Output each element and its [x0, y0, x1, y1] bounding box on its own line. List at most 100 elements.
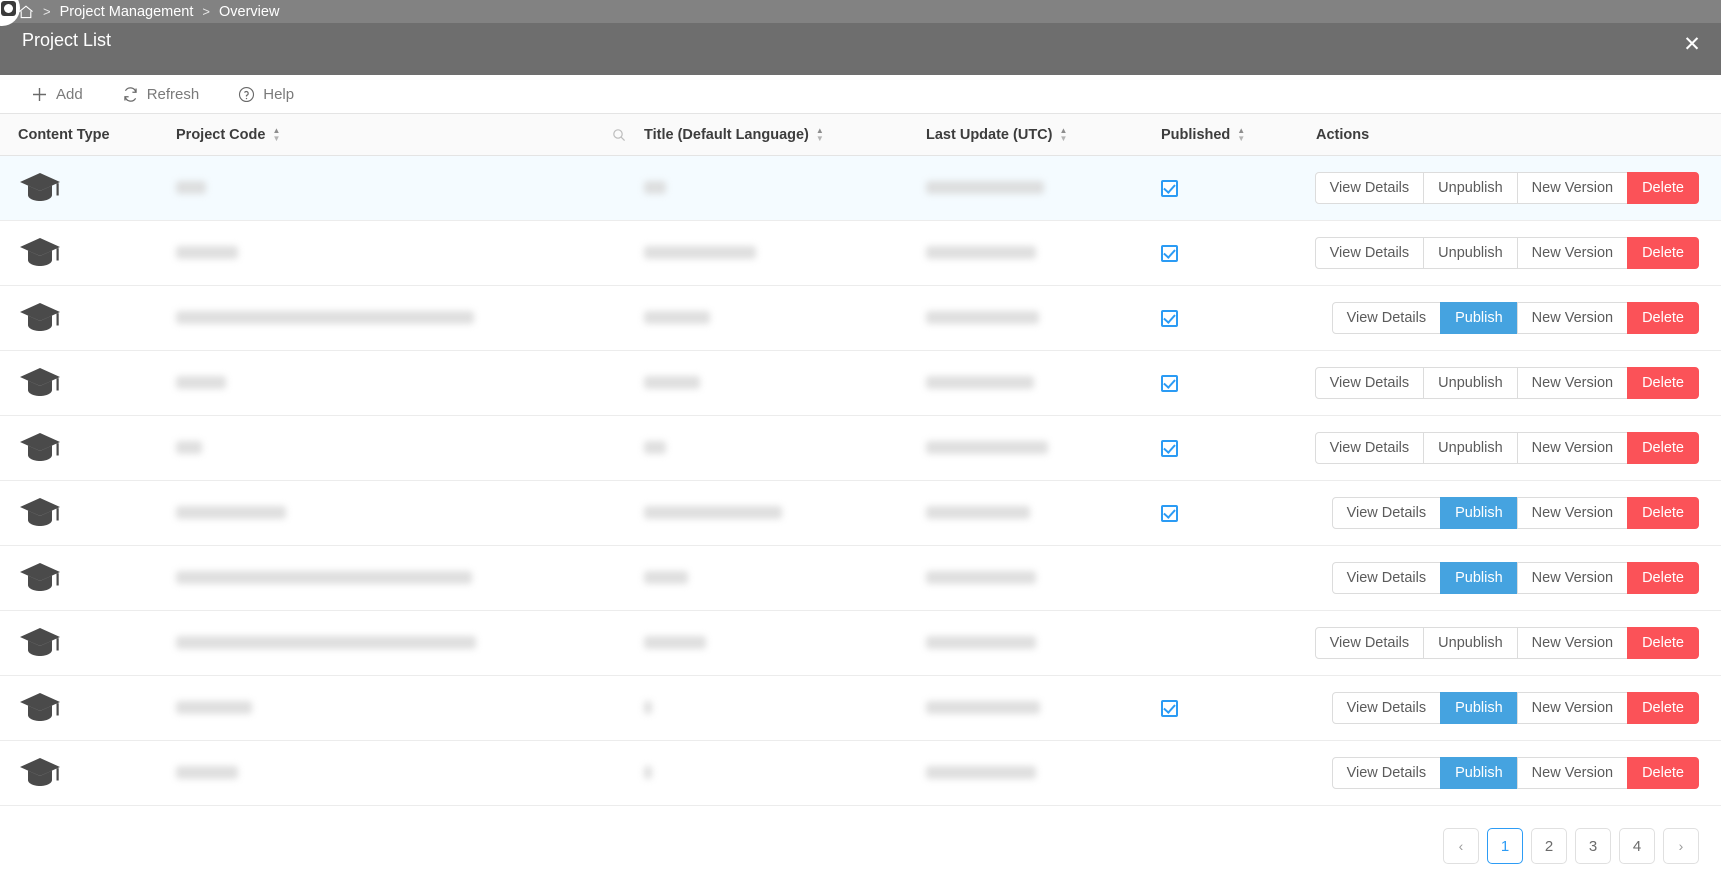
column-header-published-label: Published	[1161, 126, 1231, 143]
view-details-button[interactable]: View Details	[1331, 302, 1442, 334]
unpublish-button[interactable]: Unpublish	[1423, 172, 1518, 204]
pagination-page-2[interactable]: 2	[1531, 828, 1567, 864]
sort-published-icon[interactable]: ▲ ▼	[1237, 127, 1245, 143]
table-row[interactable]: View Details Unpublish New Version Delete	[0, 415, 1721, 481]
unpublish-button[interactable]: Unpublish	[1423, 367, 1518, 399]
new-version-button[interactable]: New Version	[1516, 367, 1629, 399]
redacted-text	[926, 506, 1030, 520]
table-row[interactable]: View Details Publish New Version Delete	[0, 740, 1721, 806]
cell-published	[1161, 610, 1316, 676]
published-checkbox[interactable]	[1161, 179, 1178, 197]
new-version-button[interactable]: New Version	[1516, 172, 1629, 204]
unpublish-button[interactable]: Unpublish	[1423, 237, 1518, 269]
column-header-last-update-label: Last Update (UTC)	[926, 126, 1053, 143]
new-version-button[interactable]: New Version	[1516, 432, 1629, 464]
redacted-text	[176, 636, 476, 650]
redacted-text	[176, 441, 202, 455]
view-details-button[interactable]: View Details	[1331, 757, 1442, 789]
table-row[interactable]: View Details Unpublish New Version Delete	[0, 220, 1721, 286]
delete-button[interactable]: Delete	[1627, 302, 1699, 334]
delete-button[interactable]: Delete	[1627, 757, 1699, 789]
graduation-cap-icon	[18, 236, 176, 270]
pagination-prev[interactable]: ‹	[1443, 828, 1479, 864]
graduation-cap-icon	[18, 561, 176, 595]
cell-last-update	[926, 350, 1161, 416]
refresh-button[interactable]: Refresh	[121, 81, 199, 107]
published-checkbox[interactable]	[1161, 504, 1178, 522]
delete-button[interactable]: Delete	[1627, 237, 1699, 269]
pagination-next[interactable]: ›	[1663, 828, 1699, 864]
cell-project-code	[176, 415, 644, 481]
new-version-button[interactable]: New Version	[1516, 497, 1629, 529]
table-row[interactable]: View Details Publish New Version Delete	[0, 480, 1721, 546]
column-header-published[interactable]: Published ▲ ▼	[1161, 113, 1316, 156]
delete-button[interactable]: Delete	[1627, 562, 1699, 594]
published-checkbox[interactable]	[1161, 439, 1178, 457]
sort-last-update-icon[interactable]: ▲ ▼	[1059, 127, 1067, 143]
table-row[interactable]: View Details Unpublish New Version Delete	[0, 350, 1721, 416]
view-details-button[interactable]: View Details	[1314, 237, 1425, 269]
table-row[interactable]: View Details Publish New Version Delete	[0, 285, 1721, 351]
delete-button[interactable]: Delete	[1627, 497, 1699, 529]
add-button[interactable]: Add	[30, 81, 83, 107]
delete-button[interactable]: Delete	[1627, 432, 1699, 464]
sort-title-icon[interactable]: ▲ ▼	[816, 127, 824, 143]
view-details-button[interactable]: View Details	[1331, 497, 1442, 529]
add-button-label: Add	[56, 85, 83, 103]
view-details-button[interactable]: View Details	[1314, 627, 1425, 659]
breadcrumb-item-project-management[interactable]: Project Management	[60, 4, 194, 20]
column-header-title[interactable]: Title (Default Language) ▲ ▼	[644, 113, 926, 156]
cell-content-type	[0, 350, 176, 416]
table-row[interactable]: View Details Unpublish New Version Delete	[0, 610, 1721, 676]
new-version-button[interactable]: New Version	[1516, 237, 1629, 269]
view-details-button[interactable]: View Details	[1314, 432, 1425, 464]
unpublish-button[interactable]: Unpublish	[1423, 432, 1518, 464]
view-details-button[interactable]: View Details	[1331, 692, 1442, 724]
publish-button[interactable]: Publish	[1440, 302, 1518, 334]
delete-button[interactable]: Delete	[1627, 627, 1699, 659]
view-details-button[interactable]: View Details	[1314, 172, 1425, 204]
search-project-code-icon[interactable]	[612, 128, 626, 142]
delete-button[interactable]: Delete	[1627, 692, 1699, 724]
pagination-page-4[interactable]: 4	[1619, 828, 1655, 864]
table-row[interactable]: View Details Publish New Version Delete	[0, 675, 1721, 741]
table-row[interactable]: View Details Unpublish New Version Delete	[0, 155, 1721, 221]
publish-button[interactable]: Publish	[1440, 497, 1518, 529]
new-version-button[interactable]: New Version	[1516, 692, 1629, 724]
cell-last-update	[926, 480, 1161, 546]
cell-last-update	[926, 155, 1161, 221]
pagination-page-1[interactable]: 1	[1487, 828, 1523, 864]
row-action-group: View Details Publish New Version Delete	[1316, 302, 1721, 334]
new-version-button[interactable]: New Version	[1516, 302, 1629, 334]
publish-button[interactable]: Publish	[1440, 562, 1518, 594]
new-version-button[interactable]: New Version	[1516, 757, 1629, 789]
unpublish-button[interactable]: Unpublish	[1423, 627, 1518, 659]
publish-button[interactable]: Publish	[1440, 692, 1518, 724]
published-checkbox[interactable]	[1161, 309, 1178, 327]
table-row[interactable]: View Details Publish New Version Delete	[0, 545, 1721, 611]
delete-button[interactable]: Delete	[1627, 172, 1699, 204]
column-header-project-code[interactable]: Project Code ▲ ▼	[176, 113, 644, 156]
breadcrumb-item-overview[interactable]: Overview	[219, 4, 279, 20]
sort-project-code-icon[interactable]: ▲ ▼	[272, 127, 280, 143]
row-action-group: View Details Unpublish New Version Delete	[1314, 367, 1721, 399]
page-title-bar: Project List ✕	[0, 23, 1721, 75]
home-icon[interactable]	[18, 4, 34, 19]
pagination-page-3[interactable]: 3	[1575, 828, 1611, 864]
close-icon[interactable]: ✕	[1677, 29, 1707, 59]
publish-button[interactable]: Publish	[1440, 757, 1518, 789]
published-checkbox[interactable]	[1161, 699, 1178, 717]
new-version-button[interactable]: New Version	[1516, 627, 1629, 659]
new-version-button[interactable]: New Version	[1516, 562, 1629, 594]
redacted-text	[644, 311, 710, 325]
published-checkbox[interactable]	[1161, 244, 1178, 262]
column-header-last-update[interactable]: Last Update (UTC) ▲ ▼	[926, 113, 1161, 156]
redacted-text	[644, 766, 652, 780]
cell-title	[644, 155, 926, 221]
view-details-button[interactable]: View Details	[1331, 562, 1442, 594]
cell-last-update	[926, 545, 1161, 611]
delete-button[interactable]: Delete	[1627, 367, 1699, 399]
view-details-button[interactable]: View Details	[1314, 367, 1425, 399]
help-button[interactable]: Help	[237, 81, 294, 107]
published-checkbox[interactable]	[1161, 374, 1178, 392]
